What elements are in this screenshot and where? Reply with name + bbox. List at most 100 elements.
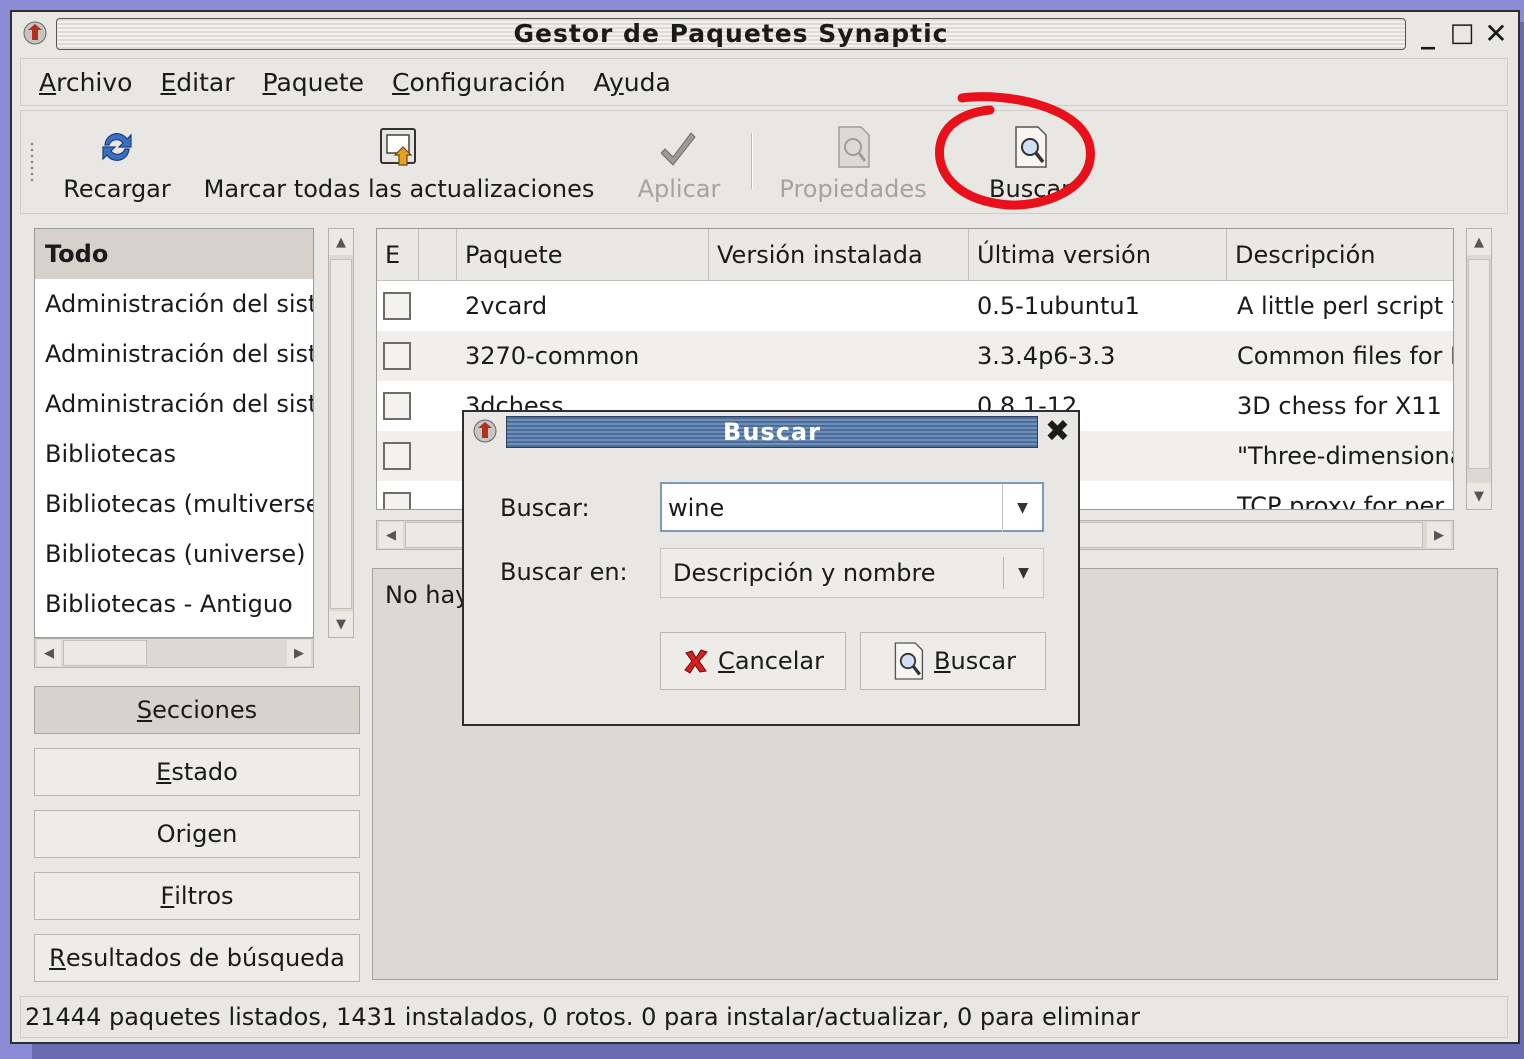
- section-item[interactable]: Administración del sistema (universe): [35, 379, 313, 429]
- row-checkbox[interactable]: [383, 492, 411, 509]
- search-in-select[interactable]: Descripción y nombre ▼: [660, 548, 1044, 598]
- section-item[interactable]: Bibliotecas: [35, 429, 313, 479]
- section-item[interactable]: Bibliotecas - Antiguo: [35, 579, 313, 629]
- column-description[interactable]: Descripción: [1227, 229, 1453, 281]
- resultados-busqueda-button[interactable]: Resultados de búsqueda: [34, 934, 360, 982]
- chevron-down-icon[interactable]: ▼: [1003, 557, 1043, 589]
- package-description: Common files for IBM 3270 emulators: [1237, 342, 1453, 370]
- close-button[interactable]: ✕: [1482, 16, 1510, 50]
- dialog-search-button[interactable]: Buscar: [860, 632, 1046, 690]
- package-description: "Three-dimensional": [1237, 442, 1453, 470]
- sections-list[interactable]: Todo Administración del sistema Administ…: [34, 228, 314, 638]
- checkmark-icon: [661, 132, 696, 166]
- properties-label: Propiedades: [779, 175, 927, 203]
- search-label: Buscar: [989, 175, 1071, 203]
- synaptic-app-icon[interactable]: [22, 20, 48, 46]
- menu-archivo[interactable]: Archivo: [39, 68, 132, 97]
- window-title[interactable]: Gestor de Paquetes Synaptic: [56, 18, 1406, 50]
- row-checkbox[interactable]: [383, 342, 411, 370]
- dialog-app-icon[interactable]: [472, 418, 498, 444]
- properties-icon: [838, 126, 870, 168]
- package-description: TCP proxy for per: [1237, 492, 1445, 510]
- apply-button[interactable]: Aplicar: [627, 111, 731, 211]
- estado-button[interactable]: Estado: [34, 748, 360, 796]
- origen-button[interactable]: Origen: [34, 810, 360, 858]
- secciones-button[interactable]: Secciones: [34, 686, 360, 734]
- sections-vscrollbar[interactable]: ▲ ▼: [328, 228, 354, 638]
- sections-hscrollbar[interactable]: ◀ ▶: [34, 638, 314, 668]
- search-field-label: Buscar:: [500, 494, 590, 522]
- toolbar-separator: [751, 133, 753, 189]
- table-row[interactable]: 2vcard 0.5-1ubuntu1 A little perl script…: [377, 281, 1453, 331]
- scroll-left-arrow[interactable]: ◀: [379, 522, 403, 548]
- details-text: No hay: [385, 581, 470, 609]
- cancel-icon: [684, 649, 708, 674]
- section-item-todo[interactable]: Todo: [35, 229, 313, 279]
- mark-upgrades-icon: [380, 128, 416, 166]
- package-name: 3270-common: [465, 342, 640, 370]
- reload-label: Recargar: [63, 175, 171, 203]
- column-installed-version[interactable]: Versión instalada: [709, 229, 969, 281]
- search-icon: [1015, 126, 1047, 168]
- status-bar: 21444 paquetes listados, 1431 instalados…: [20, 996, 1508, 1038]
- column-support[interactable]: [419, 229, 457, 281]
- search-icon: [894, 642, 924, 680]
- scroll-up-arrow[interactable]: ▲: [329, 229, 353, 255]
- column-status[interactable]: E: [377, 229, 419, 281]
- menu-editar[interactable]: Editar: [160, 68, 234, 97]
- scroll-right-arrow[interactable]: ▶: [287, 640, 311, 666]
- menu-configuracion[interactable]: Configuración: [392, 68, 566, 97]
- scroll-down-arrow[interactable]: ▼: [1467, 483, 1491, 509]
- section-item[interactable]: Bibliotecas (multiverse): [35, 479, 313, 529]
- toolbar-grip[interactable]: [29, 141, 35, 181]
- row-checkbox[interactable]: [383, 392, 411, 420]
- scroll-left-arrow[interactable]: ◀: [37, 640, 61, 666]
- window-title-text: Gestor de Paquetes Synaptic: [513, 19, 949, 48]
- reload-icon: [102, 133, 132, 161]
- toolbar: Recargar Marcar todas las actualizacione…: [20, 110, 1508, 214]
- search-dialog: Buscar ✖ Buscar: ▼ Buscar en: Descripció…: [462, 410, 1080, 726]
- reload-button[interactable]: Recargar: [51, 111, 183, 211]
- table-row[interactable]: 3270-common 3.3.4p6-3.3 Common files for…: [377, 331, 1453, 381]
- row-checkbox[interactable]: [383, 442, 411, 470]
- search-button[interactable]: Buscar: [975, 111, 1085, 211]
- search-in-label: Buscar en:: [500, 558, 628, 586]
- search-history-dropdown-icon[interactable]: ▼: [1002, 484, 1042, 532]
- scroll-thumb[interactable]: [330, 259, 352, 609]
- title-bar: Gestor de Paquetes Synaptic _ □ ✕: [12, 12, 1518, 56]
- minimize-button[interactable]: _: [1414, 16, 1442, 50]
- apply-label: Aplicar: [637, 175, 721, 203]
- dialog-title[interactable]: Buscar: [506, 416, 1038, 448]
- mark-all-label: Marcar todas las actualizaciones: [203, 175, 595, 203]
- table-header: E Paquete Versión instalada Última versi…: [377, 229, 1453, 281]
- dialog-close-icon[interactable]: ✖: [1045, 416, 1070, 448]
- mark-all-upgrades-button[interactable]: Marcar todas las actualizaciones: [187, 111, 611, 211]
- menu-paquete[interactable]: Paquete: [262, 68, 364, 97]
- latest-version: 0.5-1ubuntu1: [977, 292, 1140, 320]
- table-vscrollbar[interactable]: ▲ ▼: [1466, 228, 1492, 510]
- package-name: 2vcard: [465, 292, 548, 320]
- section-item[interactable]: Bibliotecas (universe): [35, 529, 313, 579]
- search-input[interactable]: [668, 490, 988, 526]
- column-package[interactable]: Paquete: [457, 229, 709, 281]
- cancel-button[interactable]: Cancelar: [660, 632, 846, 690]
- maximize-button[interactable]: □: [1448, 16, 1476, 50]
- hscroll-thumb[interactable]: [63, 640, 147, 666]
- scroll-up-arrow[interactable]: ▲: [1467, 229, 1491, 255]
- menu-bar: Archivo Editar Paquete Configuración Ayu…: [20, 58, 1508, 106]
- package-description: 3D chess for X11: [1237, 392, 1442, 420]
- menu-ayuda[interactable]: Ayuda: [594, 68, 671, 97]
- search-in-value: Descripción y nombre: [673, 559, 936, 587]
- row-checkbox[interactable]: [383, 292, 411, 320]
- section-item[interactable]: Administración del sistema (multiverse): [35, 329, 313, 379]
- scroll-right-arrow[interactable]: ▶: [1427, 522, 1451, 548]
- filtros-button[interactable]: Filtros: [34, 872, 360, 920]
- latest-version: 3.3.4p6-3.3: [977, 342, 1116, 370]
- properties-button[interactable]: Propiedades: [765, 111, 941, 211]
- package-description: A little perl script to convert an addre…: [1237, 292, 1453, 320]
- section-item[interactable]: Administración del sistema: [35, 279, 313, 329]
- column-latest-version[interactable]: Última versión: [969, 229, 1227, 281]
- scroll-down-arrow[interactable]: ▼: [329, 611, 353, 637]
- search-combo[interactable]: ▼: [660, 482, 1044, 532]
- scroll-thumb[interactable]: [1468, 259, 1490, 469]
